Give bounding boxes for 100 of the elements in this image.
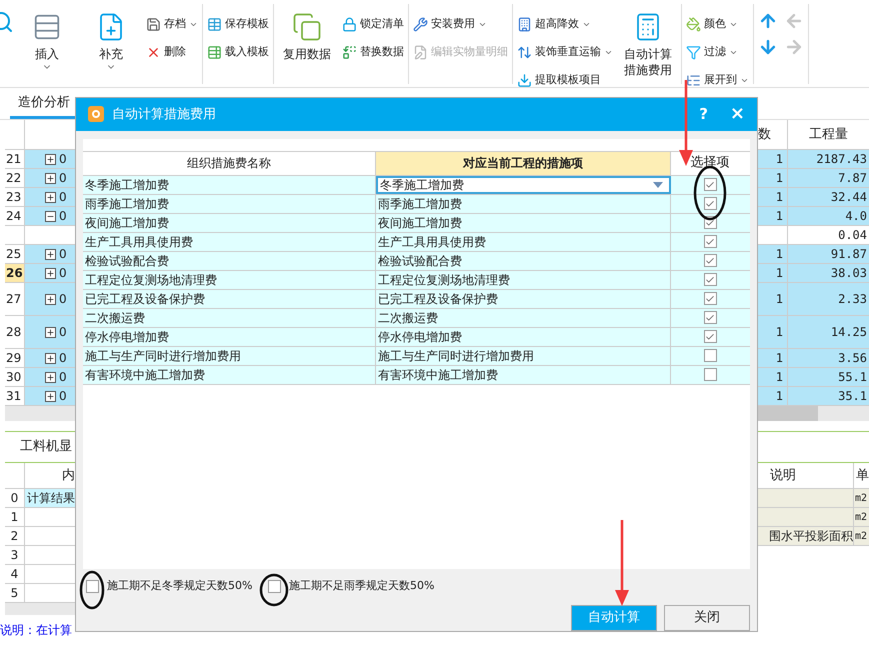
filter-icon [686, 44, 701, 60]
file-edit-icon [413, 44, 428, 60]
checkbox[interactable] [704, 235, 716, 248]
table-cell-text: 38.03 [830, 265, 868, 282]
table-cell: 夜间施工增加费 [376, 214, 671, 232]
app-logo-icon [88, 106, 104, 122]
footer-note: 说明：在计算 [0, 622, 73, 639]
table-cell: 雨季施工增加费 [83, 194, 376, 213]
table-cell-text: 0 [59, 265, 67, 282]
table-cell: 工程定位复测场地清理费 [376, 270, 671, 289]
checkbox[interactable] [704, 368, 716, 382]
rows-icon [32, 12, 62, 42]
table-cell: 有害环境中施工增加费 [83, 366, 376, 384]
table-cell-text: 0 [59, 388, 67, 405]
dropdown-field[interactable]: 冬季施工增加费 [376, 176, 671, 194]
ribbon-button[interactable]: 展开到 [686, 68, 749, 92]
expand-icon[interactable] [45, 372, 56, 382]
checkbox[interactable] [268, 580, 281, 593]
checkmark-icon [705, 236, 715, 247]
ribbon-button[interactable]: 超高降效 [517, 12, 613, 36]
expand-icon[interactable] [45, 192, 56, 202]
checkmark-icon [705, 256, 715, 266]
table-cell-text: m2 [854, 492, 868, 506]
ribbon-button[interactable]: 自动计算措施费用 [619, 8, 677, 78]
checkmark-icon [705, 180, 715, 190]
up-down-arrows-icon [517, 44, 532, 60]
table-cell-text: 4.0 [844, 208, 868, 225]
checkbox[interactable] [704, 330, 716, 344]
lock-icon [342, 16, 357, 32]
expand-icon[interactable] [45, 154, 56, 164]
table-cell: 工程定位复测场地清理费 [83, 270, 376, 289]
scrollbar[interactable] [5, 603, 75, 615]
table-cell: 计算结果 [25, 489, 75, 507]
ribbon-button[interactable]: 颜色 [686, 12, 749, 36]
scrollbar[interactable] [5, 406, 75, 421]
table-cell-text: m2 [854, 510, 868, 524]
ribbon-button[interactable]: 安装费用 [413, 12, 508, 36]
table-cell-text: 91.87 [830, 246, 868, 263]
row-number: 26 [5, 264, 25, 282]
ribbon-button[interactable]: 装饰垂直运输 [517, 40, 613, 64]
checkbox[interactable] [86, 580, 99, 593]
ribbon-button[interactable]: 锁定清单 [342, 12, 404, 36]
ribbon-button[interactable]: 插入 [18, 8, 76, 72]
expand-icon[interactable] [45, 390, 56, 402]
ribbon-button[interactable]: 载入模板 [207, 40, 269, 64]
table-cell: 雨季施工增加费 [376, 194, 671, 213]
table-cell-text: 3.56 [837, 350, 868, 367]
column-header: 内 [61, 466, 75, 485]
ribbon-button[interactable]: 过滤 [686, 40, 749, 64]
checkbox[interactable] [704, 254, 716, 268]
wrench-icon [413, 16, 428, 32]
collapse-icon[interactable] [45, 210, 56, 222]
checkbox[interactable] [704, 273, 716, 286]
table-cell: 施工与生产同时进行增加费用 [376, 346, 671, 365]
row-number: 1 [5, 508, 25, 526]
expand-icon[interactable] [45, 248, 56, 260]
ribbon-button[interactable]: 提取模板项目 [517, 68, 613, 92]
ribbon-button[interactable]: 替换数据 [342, 40, 404, 64]
table-cell-text: 14.25 [830, 324, 868, 341]
checkbox[interactable] [704, 178, 716, 192]
ribbon-button[interactable]: 删除 [146, 40, 198, 64]
expand-icon[interactable] [45, 268, 56, 278]
checkmark-icon [705, 198, 715, 209]
checkmark-icon [705, 294, 715, 304]
row-number: 3 [5, 546, 25, 564]
secondary-button[interactable]: 关闭 [664, 605, 750, 631]
scrollbar[interactable] [758, 406, 869, 421]
tree-icon [686, 72, 701, 88]
dropdown-arrow-icon [653, 182, 663, 188]
table-cell-text: 0 [59, 170, 67, 187]
table-cell: 已完工程及设备保护费 [376, 290, 671, 308]
checkbox[interactable] [704, 311, 716, 324]
table-cell-text: 0 [59, 350, 67, 367]
circle-annotation [260, 574, 288, 606]
expand-icon[interactable] [45, 326, 56, 338]
row-number: 4 [5, 565, 25, 583]
table-cell-text: 35.1 [837, 388, 868, 405]
checkbox[interactable] [704, 349, 716, 362]
checkbox[interactable] [704, 292, 716, 306]
checkbox[interactable] [704, 197, 716, 210]
table-cell: 二次搬运费 [376, 308, 671, 327]
table-cell: 施工与生产同时进行增加费用 [83, 346, 376, 365]
ribbon-button[interactable]: 保存模板 [207, 12, 269, 36]
ribbon-button[interactable]: 复用数据 [278, 8, 336, 62]
paint-bucket-icon [686, 16, 701, 32]
expand-icon[interactable] [45, 294, 56, 304]
row-number: 2 [5, 527, 25, 545]
table-cell-text: 7.87 [837, 170, 868, 187]
ribbon-button[interactable]: 存档 [146, 12, 198, 36]
table-cell-text: 0 [59, 324, 67, 341]
checkmark-icon [705, 332, 715, 342]
expand-icon[interactable] [45, 352, 56, 364]
expand-icon[interactable] [45, 172, 56, 184]
table-cell: 停水停电增加费 [376, 328, 671, 346]
table-cell: 已完工程及设备保护费 [83, 290, 376, 308]
save-icon [146, 16, 161, 32]
row-number: 5 [5, 584, 25, 602]
table-cell-text: 0 [59, 291, 67, 308]
tab[interactable]: 工料机显 [20, 437, 72, 457]
ribbon-button[interactable]: 补充 [82, 8, 140, 72]
